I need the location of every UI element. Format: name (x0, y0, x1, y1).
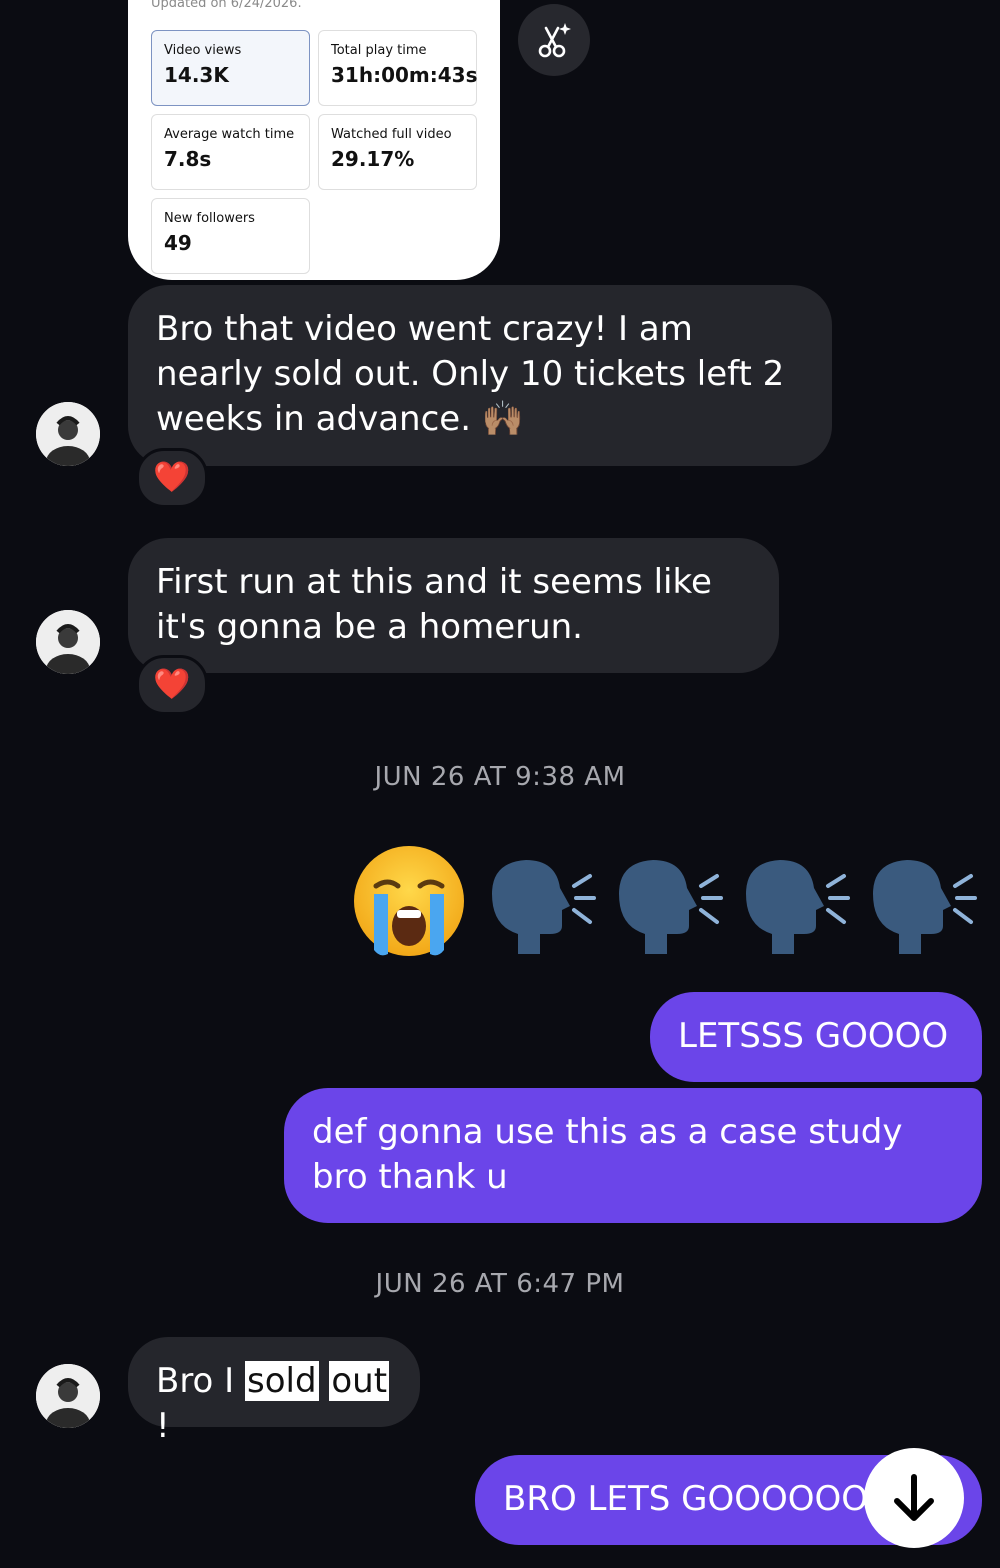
highlighted-word[interactable]: sold (245, 1361, 319, 1401)
person-avatar-icon (36, 1364, 100, 1428)
heart-reaction[interactable]: ❤️ (136, 655, 208, 715)
message-bubble-incoming[interactable]: First run at this and it seems like it's… (128, 538, 779, 673)
stat-value: 49 (164, 231, 192, 255)
message-text: ! (156, 1406, 170, 1446)
stat-value: 7.8s (164, 147, 212, 171)
message-text: BRO LETS GOOOOOO (503, 1479, 869, 1519)
stat-label: New followers (164, 211, 255, 226)
avatar[interactable] (36, 402, 100, 466)
arrow-down-icon (894, 1474, 934, 1521)
stat-value: 29.17% (331, 147, 415, 171)
avatar[interactable] (36, 1364, 100, 1428)
message-bubble-incoming[interactable]: Bro I sold out ! (128, 1337, 420, 1446)
message-text: def gonna use this as a case study bro t… (312, 1112, 903, 1197)
speaking-head-icon (746, 860, 850, 954)
scroll-to-bottom-button[interactable] (864, 1448, 964, 1548)
scissors-sparkle-icon (538, 23, 571, 58)
speaking-head-icon (873, 860, 977, 954)
message-text: First run at this and it seems like it's… (156, 562, 712, 647)
raising-hands-emoji: 🙌🏽 (481, 399, 525, 439)
message-text: Bro that video went crazy! I am nearly s… (156, 309, 785, 439)
avatar[interactable] (36, 610, 100, 674)
speaking-head-icon (492, 860, 596, 954)
stat-new-followers: New followers 49 (151, 198, 310, 274)
message-bubble-incoming[interactable]: Bro that video went crazy! I am nearly s… (128, 285, 832, 466)
shared-analytics-card[interactable]: Updated on 6/24/2026. Video views 14.3K … (128, 0, 500, 280)
scissors-sparkle-button[interactable] (518, 4, 590, 76)
stat-average-watch-time: Average watch time 7.8s (151, 114, 310, 190)
stat-label: Video views (164, 43, 242, 58)
stat-label: Average watch time (164, 127, 295, 142)
emoji-message[interactable] (350, 842, 990, 966)
stat-total-play-time: Total play time 31h:00m:43s (318, 30, 477, 106)
message-text: LETSSS GOOOO (678, 1016, 949, 1056)
person-avatar-icon (36, 402, 100, 466)
timestamp: JUN 26 AT 9:38 AM (374, 762, 626, 792)
speaking-head-icon (619, 860, 723, 954)
message-text: Bro I (156, 1361, 246, 1401)
message-bubble-outgoing[interactable]: def gonna use this as a case study bro t… (284, 1088, 982, 1223)
card-updated-text: Updated on 6/24/2026. (151, 0, 302, 11)
message-bubble-outgoing[interactable]: LETSSS GOOOO (650, 992, 982, 1082)
heart-icon: ❤️ (153, 667, 191, 702)
heart-icon: ❤️ (153, 460, 191, 495)
loudly-crying-face-icon (354, 846, 464, 956)
stat-value: 31h:00m:43s (331, 63, 478, 87)
person-avatar-icon (36, 610, 100, 674)
timestamp: JUN 26 AT 6:47 PM (375, 1269, 625, 1299)
stat-watched-full-video: Watched full video 29.17% (318, 114, 477, 190)
stat-value: 14.3K (164, 63, 229, 87)
stat-label: Total play time (331, 43, 427, 58)
highlighted-word[interactable]: out (329, 1361, 390, 1401)
stat-video-views: Video views 14.3K (151, 30, 310, 106)
stat-label: Watched full video (331, 127, 452, 142)
heart-reaction[interactable]: ❤️ (136, 448, 208, 508)
